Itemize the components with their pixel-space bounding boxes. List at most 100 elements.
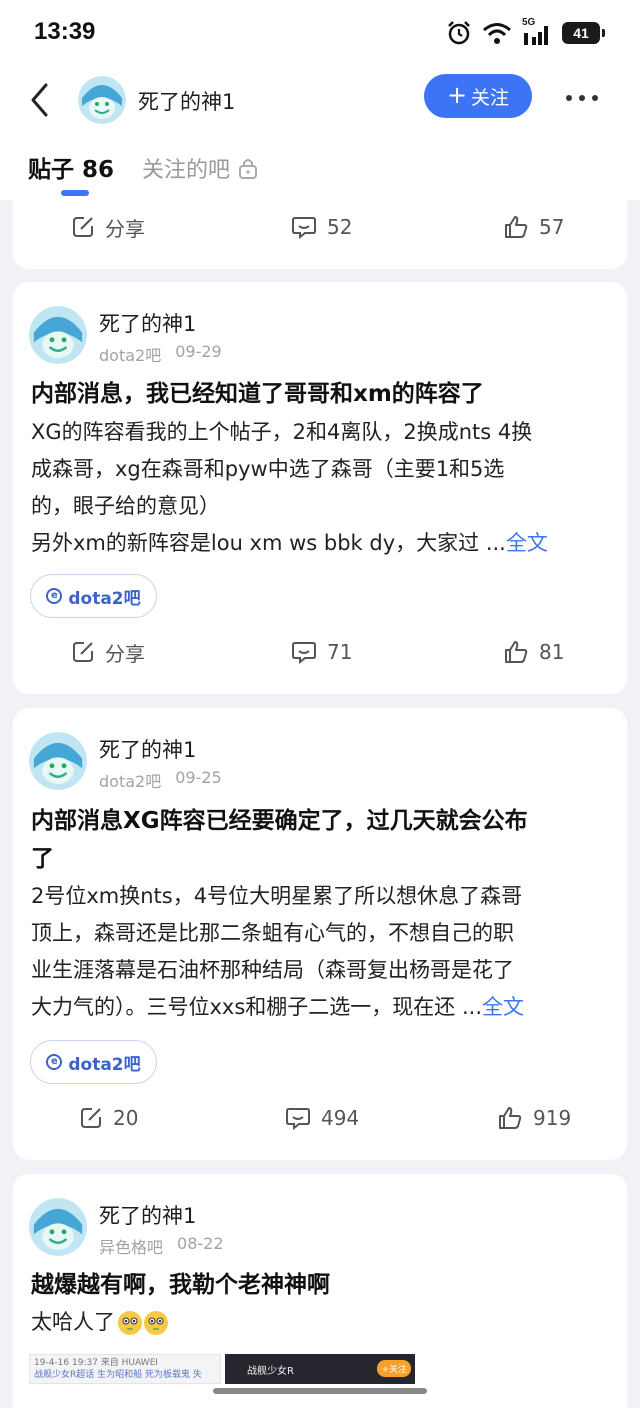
status-bar: 13:39 5G 41 xyxy=(0,0,640,68)
like-count: 81 xyxy=(539,640,565,664)
image-caption: 19-4-16 19:37 来自 HUAWEI xyxy=(34,1358,158,1368)
post-body-line: 业生涯落幕是石油杯那种结局（森哥复出杨哥是花了 xyxy=(31,958,514,982)
image-caption: 战舰少女R超话 生为昭和船 死为板载鬼 失 xyxy=(34,1370,202,1380)
profile-username: 死了的神1 xyxy=(138,90,236,114)
post-date: 08-22 xyxy=(177,1234,224,1253)
comment-button[interactable]: 71 xyxy=(291,632,352,672)
flushed-emoji-icon xyxy=(144,1310,168,1335)
post-date: 09-29 xyxy=(175,342,222,361)
post-author[interactable]: 死了的神1 xyxy=(99,308,196,338)
forum-tag-label: dota2吧 xyxy=(68,1054,141,1075)
back-button[interactable] xyxy=(26,82,56,118)
follow-button-label: 关注 xyxy=(471,86,510,109)
thumbs-up-icon xyxy=(505,216,528,238)
share-button[interactable]: 分享 xyxy=(71,632,145,672)
post-body-line: 顶上，森哥还是比那二条蛆有心气的，不想自己的职 xyxy=(31,921,514,945)
thumbs-up-icon xyxy=(499,1107,522,1129)
post-card[interactable]: 死了的神1 dota2吧 09-25 内部消息XG阵容已经要确定了，过几天就会公… xyxy=(13,708,627,1160)
share-icon xyxy=(73,642,93,662)
post-body-line: 成森哥，xg在森哥和pyw中选了森哥（主要1和5选 xyxy=(31,457,505,481)
follow-button[interactable]: + 关注 xyxy=(424,74,532,118)
forum-icon: e xyxy=(46,588,63,604)
comment-icon xyxy=(292,642,316,664)
post-author[interactable]: 死了的神1 xyxy=(99,1200,196,1230)
share-count: 20 xyxy=(113,1106,139,1130)
thumbs-up-icon xyxy=(505,641,528,663)
post-forum: 异色格吧 xyxy=(99,1238,164,1257)
comment-icon xyxy=(292,217,316,239)
more-dot-icon xyxy=(566,95,572,101)
post-feed[interactable]: 分享 52 57 死了的神1 dota2吧 09-29 内部消息，我已经知道了哥… xyxy=(0,200,640,1408)
comment-count: 71 xyxy=(327,640,353,664)
post-title: 越爆越有啊，我勒个老神神啊 xyxy=(31,1272,330,1298)
post-meta: dota2吧 09-25 xyxy=(99,768,222,792)
post-body-line: 大力气的）。三号位xxs和棚子二选一，现在还 ...全文 xyxy=(31,989,615,1026)
like-button[interactable]: 81 xyxy=(503,632,564,672)
share-button[interactable]: 20 xyxy=(79,1098,138,1138)
post-actions: 分享 71 81 xyxy=(13,632,627,672)
post-body-line-text: 另外xm的新阵容是lou xm ws bbk dy，大家过 ... xyxy=(31,531,506,555)
image-follow-badge: +关注 xyxy=(377,1360,411,1377)
post-title-line: 了 xyxy=(31,846,54,872)
like-button[interactable]: 57 xyxy=(503,207,564,247)
post-forum: dota2吧 xyxy=(99,772,162,791)
forum-icon: e xyxy=(46,1054,63,1070)
full-text-link[interactable]: 全文 xyxy=(482,995,524,1019)
post-actions: 20 494 919 xyxy=(13,1098,627,1138)
post-body: XG的阵容看我的上个帖子，2和4离队，2换成nts 4换 成森哥，xg在森哥和p… xyxy=(31,414,615,562)
post-meta: dota2吧 09-29 xyxy=(99,342,222,366)
like-count: 57 xyxy=(539,215,565,239)
post-author[interactable]: 死了的神1 xyxy=(99,734,196,764)
post-body-line: 2号位xm换nts，4号位大明星累了所以想休息了森哥 xyxy=(31,884,523,908)
chevron-left-icon xyxy=(31,83,48,117)
comment-icon xyxy=(286,1108,310,1130)
post-body-text: 太哈人了 xyxy=(31,1310,115,1334)
like-button[interactable]: 919 xyxy=(497,1098,571,1138)
post-meta: 异色格吧 08-22 xyxy=(99,1234,224,1258)
share-icon xyxy=(81,1108,101,1128)
like-count: 919 xyxy=(533,1106,572,1130)
post-body-line: 另外xm的新阵容是lou xm ws bbk dy，大家过 ...全文 xyxy=(31,525,615,562)
share-button[interactable]: 分享 xyxy=(71,207,145,247)
image-caption: 战舰少女R xyxy=(247,1366,294,1377)
plus-icon: + xyxy=(446,81,468,109)
post-body: 2号位xm换nts，4号位大明星累了所以想休息了森哥 顶上，森哥还是比那二条蛆有… xyxy=(31,878,615,1026)
post-title: 内部消息XG阵容已经要确定了，过几天就会公布 了 xyxy=(31,802,617,878)
alarm-icon xyxy=(448,21,470,45)
home-indicator[interactable] xyxy=(213,1388,427,1394)
forum-tag[interactable]: e dota2吧 xyxy=(30,574,157,618)
flushed-emoji-icon xyxy=(118,1310,142,1335)
avatar[interactable] xyxy=(78,76,126,124)
wifi-icon xyxy=(483,23,511,44)
avatar[interactable] xyxy=(29,1198,87,1256)
comment-button[interactable]: 52 xyxy=(291,207,352,247)
post-image-strip[interactable]: 19-4-16 19:37 来自 HUAWEI 战舰少女R超话 生为昭和船 死为… xyxy=(29,1354,615,1384)
battery-icon: 41 xyxy=(562,22,605,44)
more-dot-icon xyxy=(579,95,585,101)
tab-followed-forums-label: 关注的吧 xyxy=(142,158,231,183)
active-tab-indicator xyxy=(61,190,89,196)
post-body-line: XG的阵容看我的上个帖子，2和4离队，2换成nts 4换 xyxy=(31,420,533,444)
more-dot-icon xyxy=(592,95,598,101)
share-label: 分享 xyxy=(105,641,145,666)
full-text-link[interactable]: 全文 xyxy=(506,531,548,555)
comment-count: 494 xyxy=(321,1106,360,1130)
comment-button[interactable]: 494 xyxy=(285,1098,359,1138)
post-card[interactable]: 死了的神1 异色格吧 08-22 越爆越有啊，我勒个老神神啊 太哈人了 19-4… xyxy=(13,1174,627,1408)
avatar[interactable] xyxy=(29,306,87,364)
tab-followed-forums[interactable]: 关注的吧 xyxy=(142,152,258,184)
post-image[interactable]: 战舰少女R +关注 xyxy=(225,1354,415,1384)
post-body: 太哈人了 xyxy=(31,1304,615,1341)
comment-count: 52 xyxy=(327,215,353,239)
post-body-line-text: 大力气的）。三号位xxs和棚子二选一，现在还 ... xyxy=(31,995,482,1019)
lock-icon xyxy=(239,159,258,179)
post-card[interactable]: 分享 52 57 xyxy=(13,200,627,269)
post-title-line: 内部消息XG阵容已经要确定了，过几天就会公布 xyxy=(31,808,528,834)
post-card[interactable]: 死了的神1 dota2吧 09-29 内部消息，我已经知道了哥哥和xm的阵容了 … xyxy=(13,282,627,694)
tab-posts[interactable]: 贴子 86 xyxy=(28,150,114,184)
post-forum: dota2吧 xyxy=(99,346,162,365)
post-image[interactable]: 19-4-16 19:37 来自 HUAWEI 战舰少女R超话 生为昭和船 死为… xyxy=(29,1354,221,1384)
more-options-button[interactable] xyxy=(566,92,606,104)
avatar[interactable] xyxy=(29,732,87,790)
forum-tag[interactable]: e dota2吧 xyxy=(30,1040,157,1084)
